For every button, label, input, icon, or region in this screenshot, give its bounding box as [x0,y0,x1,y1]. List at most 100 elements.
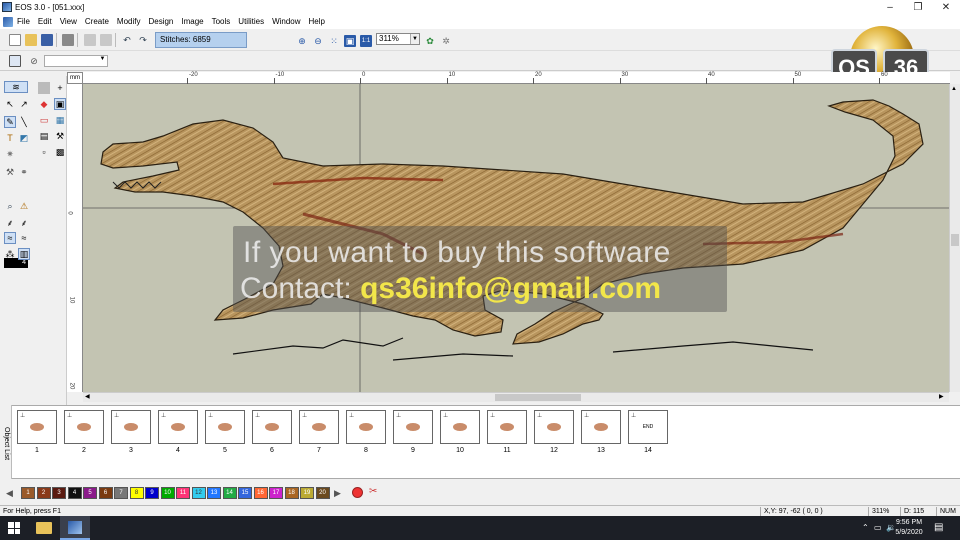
plus-icon[interactable]: + [54,82,66,94]
secondary-select[interactable]: ▼ [44,55,108,67]
color-swatch[interactable]: 7 [114,487,128,499]
color-swatch[interactable]: 6 [98,487,113,499]
menu-tools[interactable]: Tools [212,17,231,26]
stitch-b-icon[interactable]: ⸙ [18,216,30,228]
scissors-icon[interactable]: ✂ [369,486,377,497]
color-swatch[interactable]: 3 [52,487,66,499]
star-tool-icon[interactable]: ✷ [4,148,16,160]
color-swatch[interactable]: 8 [129,487,144,499]
color-swatch[interactable]: 10 [160,487,175,499]
color-swatch[interactable]: 2 [36,487,51,499]
brush-icon[interactable]: ✎ [4,116,16,128]
magnify-icon[interactable]: ⌕ [4,200,16,212]
stitch-d-icon[interactable]: ≈ [18,232,30,244]
vertical-scroll-thumb[interactable] [951,234,959,246]
menu-edit[interactable]: Edit [38,17,52,26]
close-button[interactable]: ✕ [932,0,960,14]
menu-design[interactable]: Design [148,17,173,26]
scroll-up-icon[interactable]: ▲ [951,86,957,92]
line-tool-icon[interactable]: ╲ [18,116,30,128]
color-swatch[interactable]: 13 [207,487,221,499]
image-tool-icon[interactable]: ▤ [38,130,50,142]
green-tool-icon[interactable]: ✿ [424,35,436,47]
scroll-left-icon[interactable]: ◀ [85,393,90,400]
new-file-icon[interactable] [9,34,21,46]
windows-start-icon[interactable] [8,522,20,534]
color-swatch[interactable]: 15 [238,487,252,499]
object-thumbnail[interactable]: ⊥ [393,410,433,444]
hammer-icon[interactable]: ⚒ [4,166,16,178]
color-swatch[interactable]: 11 [176,487,190,499]
zoom-in-icon[interactable]: ⊕ [296,35,308,47]
stitch-a-icon[interactable]: ⸙ [4,216,16,228]
grid-icon[interactable]: ⁙ [328,35,340,47]
link-icon[interactable]: ⚭ [18,166,30,178]
zoom-fit-icon[interactable]: ▣ [344,35,356,47]
node-edit-icon[interactable]: ↗ [18,98,30,110]
frame-tool-icon[interactable] [9,55,21,67]
object-thumbnail[interactable]: ⊥ [158,410,198,444]
redo-icon[interactable]: ↷ [137,34,149,46]
eos-taskbar-button[interactable] [60,516,90,540]
paste-icon[interactable] [100,34,112,46]
color-swatch[interactable]: 16 [253,487,268,499]
undo-icon[interactable]: ↶ [121,34,133,46]
shape-tool-icon[interactable]: ◩ [18,132,30,144]
open-folder-icon[interactable] [25,34,37,46]
tray-time[interactable]: 9:56 PM [892,519,926,526]
menu-file[interactable]: File [17,17,30,26]
grid-tool-icon[interactable] [38,82,50,94]
menu-utilities[interactable]: Utilities [238,17,264,26]
color-swatch[interactable]: 18 [284,487,299,499]
object-thumbnail[interactable]: ⊥ END [628,410,668,444]
fill-mode-icon[interactable]: ▣ [54,98,66,110]
wand-tool-icon[interactable]: ⚒ [54,130,66,142]
object-thumbnail[interactable]: ⊥ [487,410,527,444]
print-icon[interactable] [62,34,74,46]
menu-help[interactable]: Help [309,17,325,26]
color-swatch[interactable]: 1 [21,487,35,499]
maximize-button[interactable]: ❐ [904,0,932,14]
vertical-scrollbar[interactable]: ▲ [949,84,960,392]
horizontal-scrollbar[interactable]: ◀ ▶ [83,392,949,402]
warning-tool-icon[interactable]: ⚠ [18,200,30,212]
stitch-mode-icon[interactable]: ≋ [4,81,28,93]
tray-date[interactable]: 5/9/2020 [892,529,926,536]
menu-view[interactable]: View [60,17,77,26]
eraser-icon[interactable]: ◆ [38,98,50,110]
horizontal-scroll-thumb[interactable] [495,394,581,401]
save-icon[interactable] [41,34,53,46]
network-icon[interactable]: ▭ [874,523,882,532]
menu-window[interactable]: Window [272,17,300,26]
zoom-one-icon[interactable]: 1:1 [360,35,372,47]
color-swatch[interactable]: 5 [83,487,97,499]
object-thumbnail[interactable]: ⊥ [205,410,245,444]
color-swatch[interactable]: 4 [67,487,82,499]
color-swatch[interactable]: 14 [222,487,237,499]
no-symbol-icon[interactable]: ⊘ [28,55,40,67]
copy-icon[interactable] [84,34,96,46]
color-swatch[interactable]: 17 [269,487,283,499]
object-thumbnail[interactable]: ⊥ [581,410,621,444]
menu-create[interactable]: Create [85,17,109,26]
menu-image[interactable]: Image [181,17,203,26]
stitch-f-icon[interactable]: ▥ [18,248,30,260]
palette-next-icon[interactable]: ▶ [334,488,341,499]
object-thumbnail[interactable]: ⊥ [252,410,292,444]
stitch-c-icon[interactable]: ≈ [4,232,16,244]
object-thumbnail[interactable]: ⊥ [534,410,574,444]
color-swatch[interactable]: 9 [145,487,159,499]
notification-icon[interactable]: ▤ [934,522,943,533]
palette-prev-icon[interactable]: ◀ [6,488,13,499]
text-tool-icon[interactable]: T [4,132,16,144]
stop-color-icon[interactable] [352,487,363,498]
menu-modify[interactable]: Modify [117,17,141,26]
object-thumbnail[interactable]: ⊥ [64,410,104,444]
object-thumbnail[interactable]: ⊥ [111,410,151,444]
select-arrow-icon[interactable]: ↖ [4,98,16,110]
gray-tool-icon[interactable]: ✲ [440,35,452,47]
tray-chevron-icon[interactable]: ⌃ [862,523,869,532]
stitch-e-icon[interactable]: ⁂ [4,248,16,260]
color-swatch[interactable]: 12 [191,487,206,499]
object-thumbnail[interactable]: ⊥ [440,410,480,444]
